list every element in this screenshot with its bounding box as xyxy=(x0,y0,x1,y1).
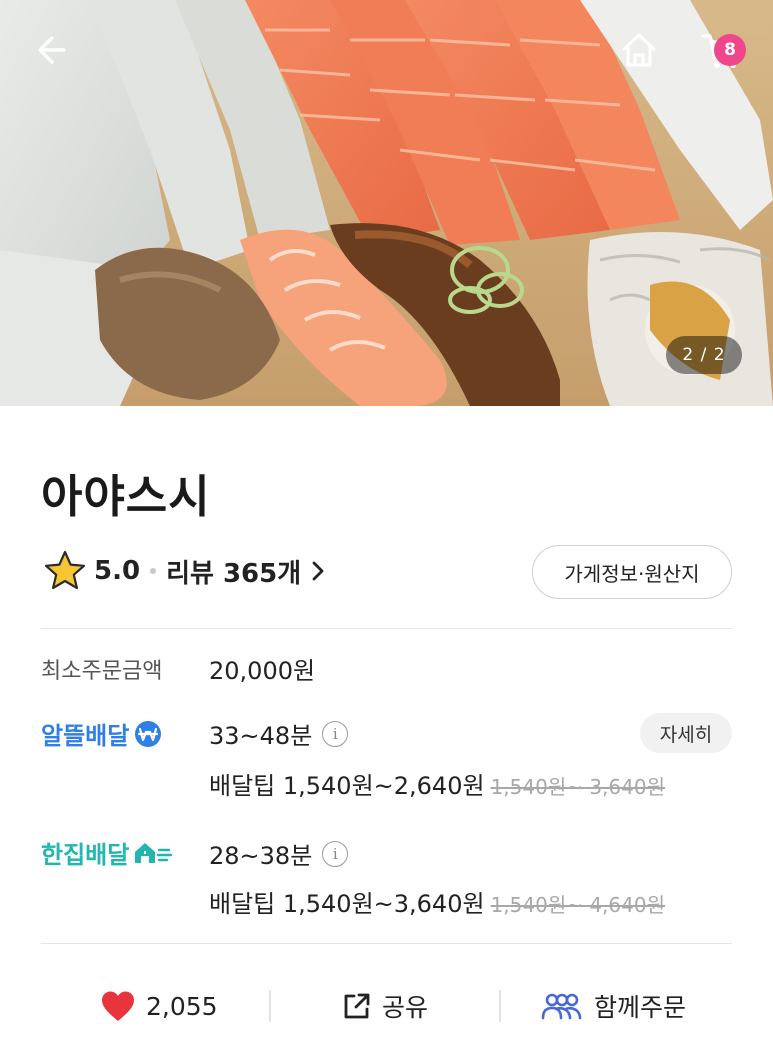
store-actions: 2,055 공유 함께주문 xyxy=(0,980,773,1032)
separator-dot xyxy=(150,568,157,574)
image-page-indicator: 2 / 2 xyxy=(666,336,742,374)
single-delivery-time-value: 28~38분 xyxy=(209,842,313,870)
budget-delivery-label: 알뜰배달 xyxy=(41,716,163,751)
info-icon[interactable]: i xyxy=(322,720,349,747)
back-button[interactable] xyxy=(22,22,78,78)
budget-delivery-time-value: 33~48분 xyxy=(209,722,313,750)
home-icon xyxy=(622,33,656,67)
action-divider xyxy=(499,990,501,1022)
single-delivery-tip-original: 1,540원~ 4,640원 xyxy=(490,893,665,917)
divider xyxy=(41,943,732,944)
budget-delivery-tip: 배달팁 1,540원~2,640원 1,540원~ 3,640원 xyxy=(209,766,665,801)
home-button[interactable] xyxy=(611,22,667,78)
store-name: 아야스시 xyxy=(41,470,211,523)
detail-button[interactable]: 자세히 xyxy=(640,713,732,753)
budget-delivery-tip-value: 배달팁 1,540원~2,640원 xyxy=(209,772,485,800)
like-count: 2,055 xyxy=(146,991,218,1021)
arrow-left-icon xyxy=(38,36,66,64)
like-button[interactable]: 2,055 xyxy=(100,980,218,1032)
share-button[interactable]: 공유 xyxy=(342,980,428,1032)
single-delivery-tip-value: 배달팁 1,540원~3,640원 xyxy=(209,890,485,918)
budget-delivery-name: 알뜰배달 xyxy=(41,722,130,750)
single-delivery-time: 28~38분 i xyxy=(209,836,349,871)
review-count: 리뷰 365개 xyxy=(166,558,302,589)
single-delivery-label: 한집배달 xyxy=(41,835,173,870)
group-icon xyxy=(541,993,582,1020)
single-delivery-tip: 배달팁 1,540원~3,640원 1,540원~ 4,640원 xyxy=(209,884,665,919)
divider xyxy=(41,628,732,629)
budget-delivery-time: 33~48분 i xyxy=(209,716,349,751)
budget-delivery-tip-original: 1,540원~ 3,640원 xyxy=(490,775,665,799)
review-link[interactable]: 리뷰 365개 xyxy=(166,553,325,590)
min-order-label: 최소주문금액 xyxy=(41,659,163,684)
share-label: 공유 xyxy=(382,993,429,1022)
action-divider xyxy=(269,990,271,1022)
star-icon xyxy=(44,550,86,590)
share-icon xyxy=(344,993,370,1019)
cart-button[interactable]: 8 xyxy=(694,22,750,78)
heart-icon xyxy=(102,991,134,1021)
single-delivery-name: 한집배달 xyxy=(41,841,130,869)
info-icon[interactable]: i xyxy=(322,840,349,867)
won-coin-icon xyxy=(135,720,162,747)
min-order-value: 20,000원 xyxy=(209,657,316,685)
store-photo: 8 2 / 2 xyxy=(0,0,773,406)
rating-value: 5.0 xyxy=(94,556,141,586)
chevron-right-icon xyxy=(312,561,324,581)
fast-home-icon xyxy=(135,842,173,863)
group-order-label: 함께주문 xyxy=(594,993,687,1022)
rating-row: 5.0 리뷰 365개 xyxy=(42,548,325,594)
group-order-button[interactable]: 함께주문 xyxy=(540,980,686,1032)
cart-count-badge: 8 xyxy=(714,34,746,66)
store-info-button[interactable]: 가게정보·원산지 xyxy=(532,545,732,599)
